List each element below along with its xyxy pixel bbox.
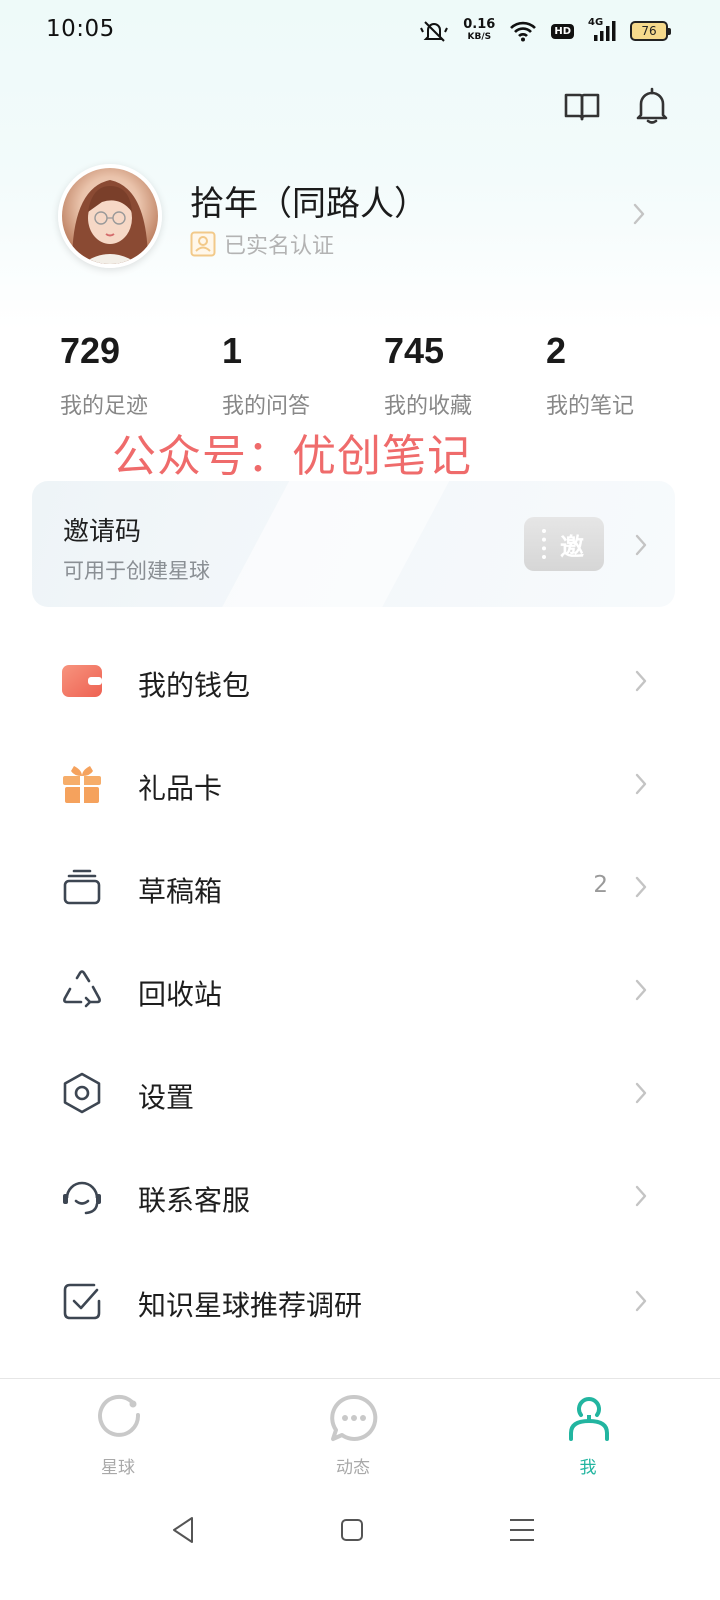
tab-feed[interactable]: 动态 bbox=[293, 1379, 413, 1497]
avatar-portrait bbox=[72, 180, 148, 264]
watermark-text: 公众号：优创笔记 bbox=[112, 431, 472, 482]
menu-item-customer-service[interactable]: 联系客服 bbox=[0, 1151, 720, 1241]
drafts-icon bbox=[63, 869, 101, 905]
checkbox-icon bbox=[63, 1283, 101, 1320]
chevron-right-icon bbox=[635, 1185, 647, 1207]
stat-label: 我的足迹 bbox=[60, 394, 149, 419]
stat-label: 我的笔记 bbox=[546, 394, 635, 419]
menu-label: 礼品卡 bbox=[138, 772, 223, 805]
headset-icon bbox=[63, 1181, 101, 1215]
chevron-right-icon bbox=[635, 670, 647, 692]
battery-level: 76 bbox=[641, 24, 657, 38]
signal-icon: 4G bbox=[588, 17, 616, 43]
menu-item-wallet[interactable]: 我的钱包 bbox=[0, 636, 720, 726]
verified-text: 已实名认证 bbox=[224, 234, 335, 259]
stat-value: 2 bbox=[546, 330, 567, 371]
menu-item-gift-card[interactable]: 礼品卡 bbox=[0, 739, 720, 829]
hd-badge: HD bbox=[551, 23, 574, 39]
chevron-right-icon bbox=[635, 1082, 647, 1104]
system-nav-bar bbox=[0, 1496, 720, 1600]
menu-item-settings[interactable]: 设置 bbox=[0, 1048, 720, 1138]
menu-label: 知识星球推荐调研 bbox=[138, 1289, 363, 1322]
person-icon bbox=[569, 1397, 609, 1441]
net-speed-unit: KB/S bbox=[467, 32, 492, 42]
stat-label: 我的问答 bbox=[222, 394, 311, 419]
status-icons: 0.16 KB/S HD 4G 76 bbox=[419, 16, 671, 46]
menu-label: 我的钱包 bbox=[138, 669, 251, 702]
ticket-icon: 邀 bbox=[524, 517, 604, 571]
bell-icon[interactable] bbox=[632, 86, 672, 126]
mute-icon bbox=[420, 21, 449, 42]
settings-icon bbox=[63, 1072, 101, 1114]
invite-code-card[interactable]: 邀请码 可用于创建星球 邀 bbox=[32, 481, 675, 607]
menu-label: 回收站 bbox=[138, 978, 223, 1011]
wallet-icon bbox=[62, 665, 102, 697]
invite-title: 邀请码 bbox=[63, 517, 142, 547]
chat-bubble-icon bbox=[330, 1394, 378, 1441]
back-icon[interactable] bbox=[166, 1512, 202, 1548]
ticket-text: 邀 bbox=[560, 532, 584, 561]
chevron-right-icon bbox=[635, 979, 647, 1001]
profile-name: 拾年（同路人） bbox=[190, 184, 428, 224]
bottom-tab-bar: 星球 动态 我 bbox=[0, 1378, 720, 1496]
menu-label: 设置 bbox=[138, 1081, 195, 1114]
chevron-right-icon bbox=[635, 876, 647, 898]
ticket-perforation bbox=[542, 529, 546, 559]
battery-icon: 76 bbox=[630, 21, 671, 41]
gift-icon bbox=[63, 766, 101, 803]
chevron-right-icon bbox=[635, 1290, 647, 1312]
stat-favorites[interactable]: 745 我的收藏 bbox=[384, 330, 534, 420]
stat-value: 745 bbox=[384, 330, 445, 371]
menu-item-drafts[interactable]: 草稿箱 2 bbox=[0, 842, 720, 932]
invite-subtitle: 可用于创建星球 bbox=[63, 559, 210, 583]
book-icon[interactable] bbox=[562, 86, 602, 126]
id-card-icon bbox=[190, 231, 216, 257]
stats-row: 729 我的足迹 1 我的问答 745 我的收藏 2 我的笔记 bbox=[0, 330, 720, 430]
home-icon[interactable] bbox=[334, 1512, 370, 1548]
menu-label: 联系客服 bbox=[138, 1184, 251, 1217]
menu-icon[interactable] bbox=[504, 1512, 540, 1548]
tab-label: 动态 bbox=[336, 1458, 370, 1478]
verified-badge: 已实名认证 bbox=[190, 228, 334, 260]
chevron-right-icon bbox=[635, 773, 647, 795]
stat-footprints[interactable]: 729 我的足迹 bbox=[60, 330, 210, 420]
wifi-icon bbox=[510, 21, 537, 42]
planet-icon bbox=[98, 1394, 141, 1437]
stat-qa[interactable]: 1 我的问答 bbox=[222, 330, 372, 420]
stat-value: 729 bbox=[60, 330, 121, 371]
tab-planet[interactable]: 星球 bbox=[58, 1379, 178, 1497]
stat-value: 1 bbox=[222, 330, 243, 371]
chevron-right-icon bbox=[633, 203, 645, 225]
tab-me[interactable]: 我 bbox=[528, 1379, 648, 1497]
status-bar: 10:05 0.16 KB/S HD 4G 76 bbox=[0, 0, 720, 62]
chevron-right-icon bbox=[635, 534, 647, 556]
net-speed-value: 0.16 bbox=[463, 17, 496, 32]
stat-notes[interactable]: 2 我的笔记 bbox=[546, 330, 696, 420]
net-speed: 0.16 KB/S bbox=[463, 17, 496, 43]
menu-item-recycle-bin[interactable]: 回收站 bbox=[0, 945, 720, 1035]
avatar[interactable] bbox=[58, 164, 162, 268]
tab-label: 星球 bbox=[101, 1458, 135, 1478]
stat-label: 我的收藏 bbox=[384, 394, 473, 419]
profile-row[interactable]: 拾年（同路人） 已实名认证 bbox=[0, 158, 720, 274]
menu-label: 草稿箱 bbox=[138, 875, 223, 908]
status-time: 10:05 bbox=[46, 16, 115, 42]
tab-label: 我 bbox=[579, 1458, 597, 1478]
menu-item-survey[interactable]: 知识星球推荐调研 bbox=[0, 1256, 720, 1346]
recycle-icon bbox=[63, 970, 101, 1008]
drafts-count: 2 bbox=[593, 872, 608, 898]
